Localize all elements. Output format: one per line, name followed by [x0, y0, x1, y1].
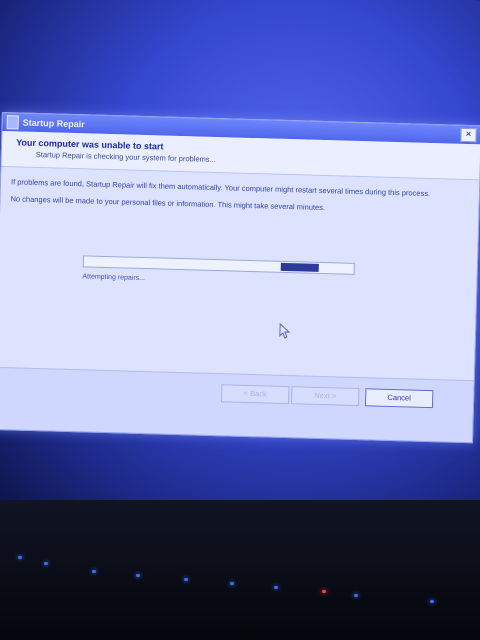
- indicator-light: [184, 578, 188, 581]
- next-button[interactable]: Next >: [290, 386, 360, 407]
- status-text: Attempting repairs...: [82, 273, 146, 283]
- progress-bar-fill: [280, 262, 319, 272]
- indicator-light: [44, 562, 48, 565]
- window-title: Startup Repair: [22, 117, 85, 130]
- indicator-light: [136, 574, 140, 577]
- indicator-light: [274, 586, 278, 589]
- monitor-bezel: [0, 500, 480, 640]
- back-button[interactable]: < Back: [220, 384, 290, 405]
- indicator-light: [354, 594, 358, 597]
- info-paragraph-2: No changes will be made to your personal…: [10, 194, 326, 213]
- indicator-light: [230, 582, 234, 585]
- indicator-light: [430, 600, 434, 603]
- cancel-button[interactable]: Cancel: [364, 388, 434, 409]
- close-icon[interactable]: ×: [460, 127, 477, 143]
- indicator-light: [18, 556, 22, 559]
- startup-repair-icon: [6, 115, 19, 130]
- dialog-body: If problems are found, Startup Repair wi…: [0, 167, 480, 381]
- startup-repair-dialog: Startup Repair × Your computer was unabl…: [0, 112, 480, 444]
- progress-bar: [82, 255, 355, 275]
- mouse-pointer-icon: [279, 322, 291, 339]
- indicator-light: [322, 590, 326, 593]
- indicator-light: [92, 570, 96, 573]
